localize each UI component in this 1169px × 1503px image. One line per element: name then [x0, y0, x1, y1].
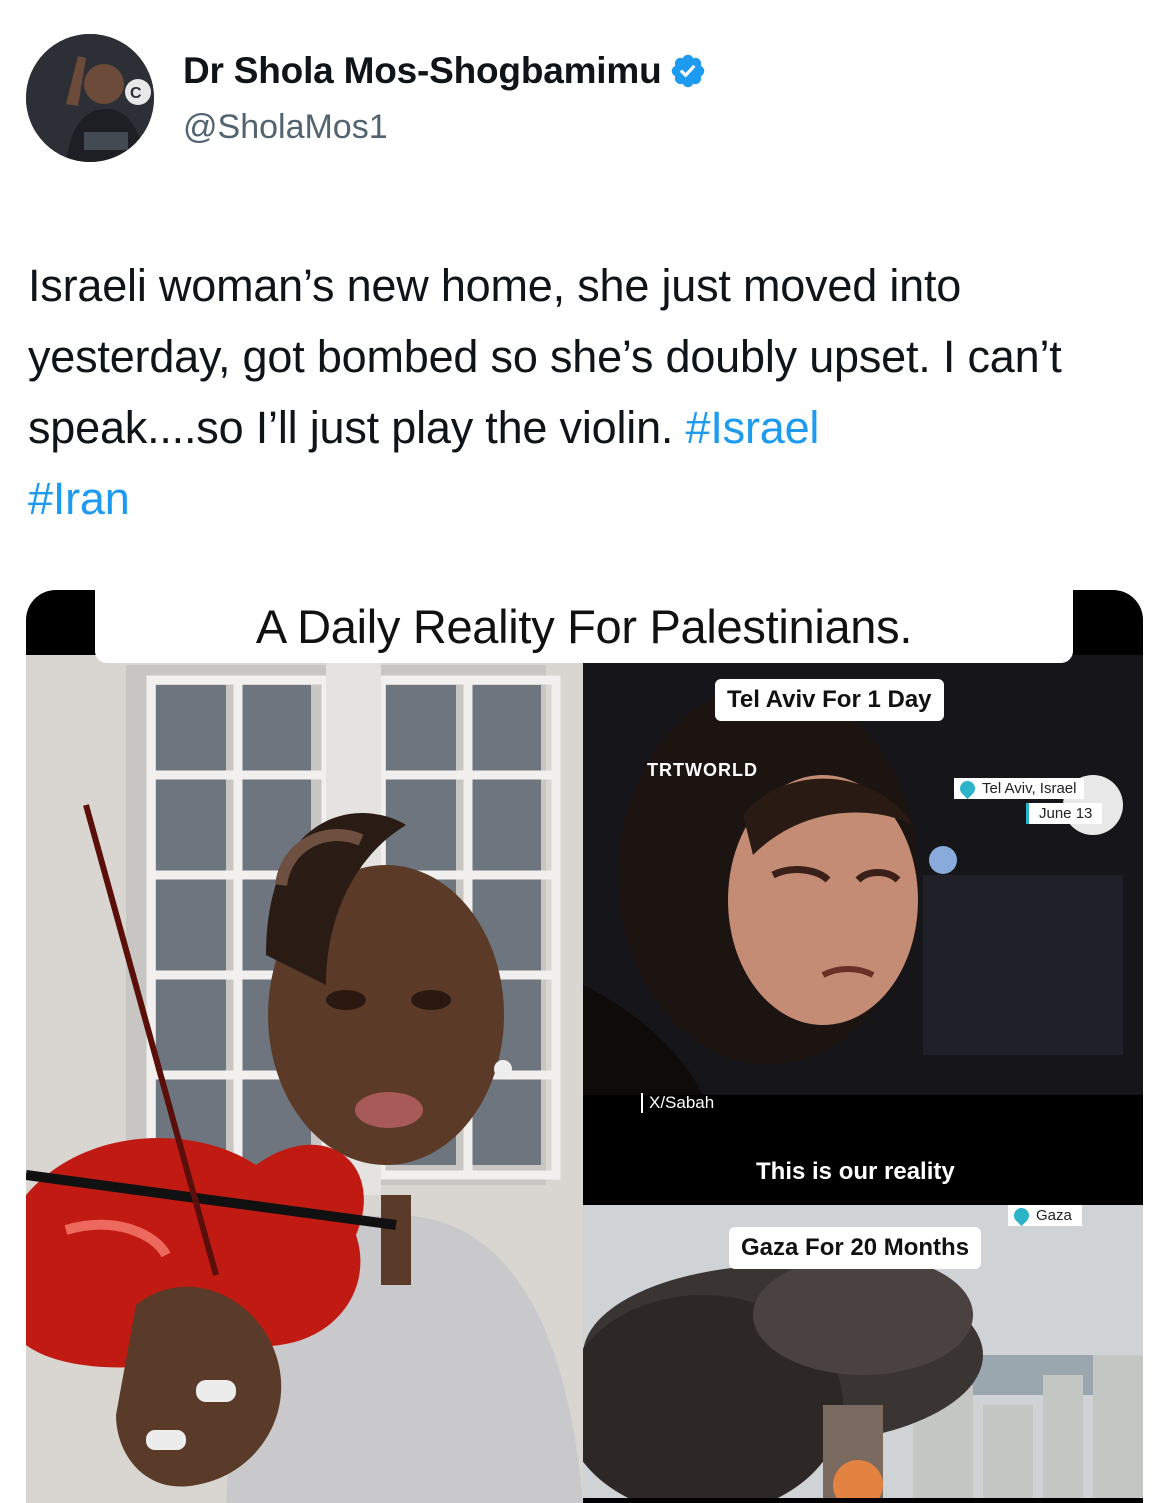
location-gaza: Gaza: [1008, 1204, 1082, 1227]
location-tel-aviv-text: Tel Aviv, Israel: [982, 780, 1077, 797]
date-text: June 13: [1039, 805, 1093, 822]
trt-world-logo: TRTWORLD: [647, 760, 758, 780]
media-banner: A Daily Reality For Palestinians.: [95, 590, 1073, 663]
tel-aviv-scene: [583, 655, 1143, 1095]
author-name-row[interactable]: Dr Shola Mos-Shogbamimu: [183, 50, 707, 92]
gaza-label: Gaza For 20 Months: [729, 1227, 982, 1269]
verified-badge-icon: [672, 54, 705, 88]
location-pin-icon: [956, 777, 979, 800]
hashtag-iran[interactable]: #Iran: [28, 473, 130, 524]
location-gaza-text: Gaza: [1036, 1207, 1072, 1224]
video-credit: X/Sabah: [641, 1093, 714, 1113]
tel-aviv-label: Tel Aviv For 1 Day: [715, 679, 944, 721]
violin-video-frame: [26, 655, 583, 1503]
author-display-name[interactable]: Dr Shola Mos-Shogbamimu: [183, 50, 662, 92]
video-caption: This is our reality: [756, 1158, 955, 1185]
tweet-text: Israeli woman’s new home, she just moved…: [28, 250, 1138, 534]
tweet-body: Israeli woman’s new home, she just moved…: [28, 260, 1062, 453]
tweet-media[interactable]: A Daily Reality For Palestinians. Tel Av…: [26, 590, 1143, 1503]
hashtag-israel[interactable]: #Israel: [686, 402, 820, 453]
avatar-image: C: [26, 34, 154, 162]
date-label: June 13: [1026, 803, 1103, 824]
location-pin-icon: [1010, 1204, 1033, 1227]
author-avatar[interactable]: C: [26, 34, 154, 162]
svg-text:C: C: [130, 85, 142, 102]
violin-scene: [26, 655, 583, 1503]
location-tel-aviv: Tel Aviv, Israel: [954, 777, 1085, 800]
author-handle[interactable]: @SholaMos1: [183, 108, 388, 147]
